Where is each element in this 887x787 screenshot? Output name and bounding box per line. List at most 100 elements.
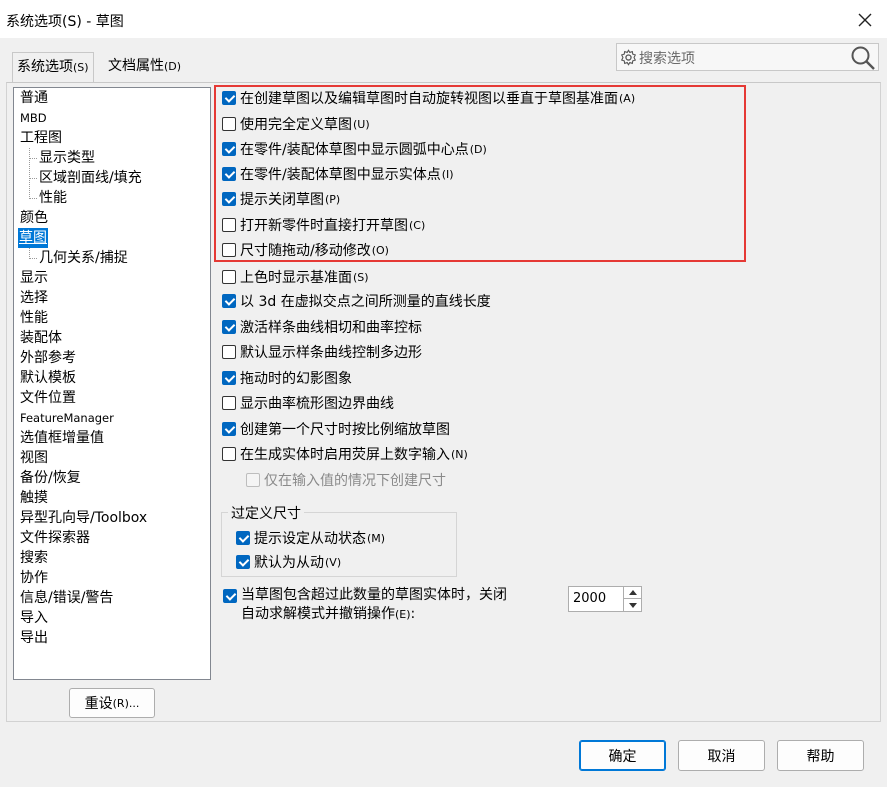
caret-down-icon — [628, 602, 637, 608]
tab-system-options[interactable]: 系统选项(S) — [12, 52, 94, 82]
tab-label: 文档属性 — [108, 58, 164, 74]
highlight-box — [214, 85, 746, 262]
option-display-plane-when-shaded[interactable]: 上色时显示基准面 (S) — [222, 267, 369, 287]
tab-hotkey: (D) — [164, 60, 182, 73]
option-turn-off-auto-solve[interactable]: 当草图包含超过此数量的草图实体时，关闭 自动求解模式并撤销操作(E): — [223, 586, 563, 624]
reset-button-label: 重设 — [84, 696, 113, 712]
checkbox[interactable] — [222, 294, 236, 308]
search-placeholder[interactable]: 搜索选项 — [639, 48, 695, 68]
option-label: 在生成实体时启用荧屏上数字输入 — [240, 447, 450, 463]
option-onscreen-numeric-input[interactable]: 在生成实体时启用荧屏上数字输入 (N) — [222, 444, 468, 464]
option-curvature-comb-bounding-curve[interactable]: 显示曲率梳形图边界曲线 — [222, 393, 394, 413]
ok-button[interactable]: 确定 — [579, 740, 666, 771]
tree-item-display-style[interactable]: 显示类型 — [38, 148, 96, 168]
option-hotkey: (N) — [451, 447, 468, 461]
tab-label: 系统选项 — [17, 59, 73, 75]
option-create-dim-only-when-value-entered: 仅在输入值的情况下创建尺寸 — [246, 470, 446, 490]
option-spline-control-polygon[interactable]: 默认显示样条曲线控制多边形 — [222, 342, 422, 362]
tree-item-display[interactable]: 显示 — [19, 268, 49, 288]
tree-item-colors[interactable]: 颜色 — [19, 208, 49, 228]
option-label: 显示曲率梳形图边界曲线 — [240, 396, 394, 412]
option-set-driven-by-default[interactable]: 默认为从动 (V) — [236, 552, 341, 572]
tree-item-hole-wizard-toolbox[interactable]: 异型孔向导/Toolbox — [19, 508, 148, 528]
option-label: 创建第一个尺寸时按比例缩放草图 — [240, 422, 450, 438]
window-title: 系统选项(S) - 草图 — [6, 14, 124, 30]
tree-item-selection[interactable]: 选择 — [19, 288, 49, 308]
checkbox[interactable] — [223, 589, 237, 603]
entity-limit-value[interactable]: 2000 — [573, 591, 606, 606]
tree-item-relations-snaps[interactable]: 几何关系/捕捉 — [38, 248, 129, 268]
tree-item-search[interactable]: 搜索 — [19, 548, 49, 568]
checkbox[interactable] — [222, 447, 236, 461]
option-label: 拖动时的幻影图象 — [240, 371, 352, 387]
tree-item-area-hatch[interactable]: 区域剖面线/填充 — [38, 168, 143, 188]
tree-item-assemblies[interactable]: 装配体 — [19, 328, 63, 348]
option-ghost-image-on-drag[interactable]: 拖动时的幻影图象 — [222, 368, 352, 388]
checkbox[interactable] — [236, 531, 250, 545]
options-tree[interactable]: 普通 MBD 工程图 显示类型 区域剖面线/填充 性能 颜色 草图 几何关系/捕… — [13, 87, 211, 680]
tree-item-drawings[interactable]: 工程图 — [19, 128, 63, 148]
option-label: 仅在输入值的情况下创建尺寸 — [264, 473, 446, 489]
option-prompt-set-driven[interactable]: 提示设定从动状态 (M) — [236, 528, 385, 548]
option-label: 激活样条曲线相切和曲率控标 — [240, 320, 422, 336]
option-scale-on-first-dimension[interactable]: 创建第一个尺寸时按比例缩放草图 — [222, 419, 450, 439]
checkbox[interactable] — [222, 345, 236, 359]
tree-item-file-locations[interactable]: 文件位置 — [19, 388, 77, 408]
tree-guide — [29, 178, 37, 179]
checkbox[interactable] — [222, 371, 236, 385]
search-icon[interactable] — [850, 45, 876, 71]
option-label: 默认显示样条曲线控制多边形 — [240, 345, 422, 361]
tree-item-featuremanager[interactable]: FeatureManager — [19, 408, 115, 428]
tree-item-default-templates[interactable]: 默认模板 — [19, 368, 77, 388]
tree-item-spin-box-increments[interactable]: 选值框增量值 — [19, 428, 105, 448]
checkbox[interactable] — [222, 320, 236, 334]
tree-guide — [29, 158, 37, 159]
checkbox — [246, 473, 260, 487]
tree-item-export[interactable]: 导出 — [19, 628, 49, 648]
tree-item-file-explorer[interactable]: 文件探索器 — [19, 528, 91, 548]
option-spline-tangency-handles[interactable]: 激活样条曲线相切和曲率控标 — [222, 317, 422, 337]
checkbox[interactable] — [222, 422, 236, 436]
option-hotkey: (M) — [367, 531, 386, 545]
option-label: 提示设定从动状态 — [254, 531, 366, 547]
search-box[interactable]: 搜索选项 — [616, 43, 879, 71]
option-label-line1: 当草图包含超过此数量的草图实体时，关闭 — [241, 587, 507, 603]
tree-item-touch[interactable]: 触摸 — [19, 488, 49, 508]
cancel-button[interactable]: 取消 — [678, 740, 765, 771]
caret-up-icon — [628, 590, 637, 595]
entity-limit-spinner[interactable]: 2000 — [568, 586, 642, 612]
option-label-line2: 自动求解模式并撤销操作 — [241, 606, 395, 622]
tree-item-import[interactable]: 导入 — [19, 608, 49, 628]
tree-item-collaboration[interactable]: 协作 — [19, 568, 49, 588]
title-bar: 系统选项(S) - 草图 — [0, 0, 887, 38]
tree-item-drawing-performance[interactable]: 性能 — [38, 188, 68, 208]
option-suffix: : — [410, 606, 416, 622]
option-hotkey: (E) — [395, 608, 411, 621]
tree-item-backup-recover[interactable]: 备份/恢复 — [19, 468, 82, 488]
option-label: 默认为从动 — [254, 555, 324, 571]
close-button[interactable] — [851, 6, 879, 34]
checkbox[interactable] — [236, 555, 250, 569]
option-hotkey: (S) — [353, 270, 369, 284]
tab-document-properties[interactable]: 文档属性(D) — [104, 54, 185, 78]
tree-item-mbd[interactable]: MBD — [19, 108, 48, 128]
reset-button[interactable]: 重设 (R)... — [69, 688, 155, 718]
spinner-down-button[interactable] — [624, 599, 641, 611]
tree-item-messages-errors-warnings[interactable]: 信息/错误/警告 — [19, 588, 114, 608]
checkbox[interactable] — [222, 396, 236, 410]
reset-button-hotkey: (R)... — [112, 696, 140, 710]
help-button[interactable]: 帮助 — [777, 740, 864, 771]
spinner-up-button[interactable] — [624, 587, 641, 599]
tree-guide — [29, 258, 37, 259]
tree-guide — [29, 148, 30, 199]
tree-item-sketch[interactable]: 草图 — [18, 228, 48, 248]
tree-item-performance[interactable]: 性能 — [19, 308, 49, 328]
tree-item-general[interactable]: 普通 — [19, 88, 49, 108]
checkbox[interactable] — [222, 270, 236, 284]
gear-icon — [620, 49, 637, 66]
option-line-length-3d[interactable]: 以 3d 在虚拟交点之间所测量的直线长度 — [222, 291, 491, 311]
tree-item-view[interactable]: 视图 — [19, 448, 49, 468]
tab-hotkey: (S) — [73, 61, 89, 74]
option-label: 上色时显示基准面 — [240, 270, 352, 286]
tree-item-external-references[interactable]: 外部参考 — [19, 348, 77, 368]
